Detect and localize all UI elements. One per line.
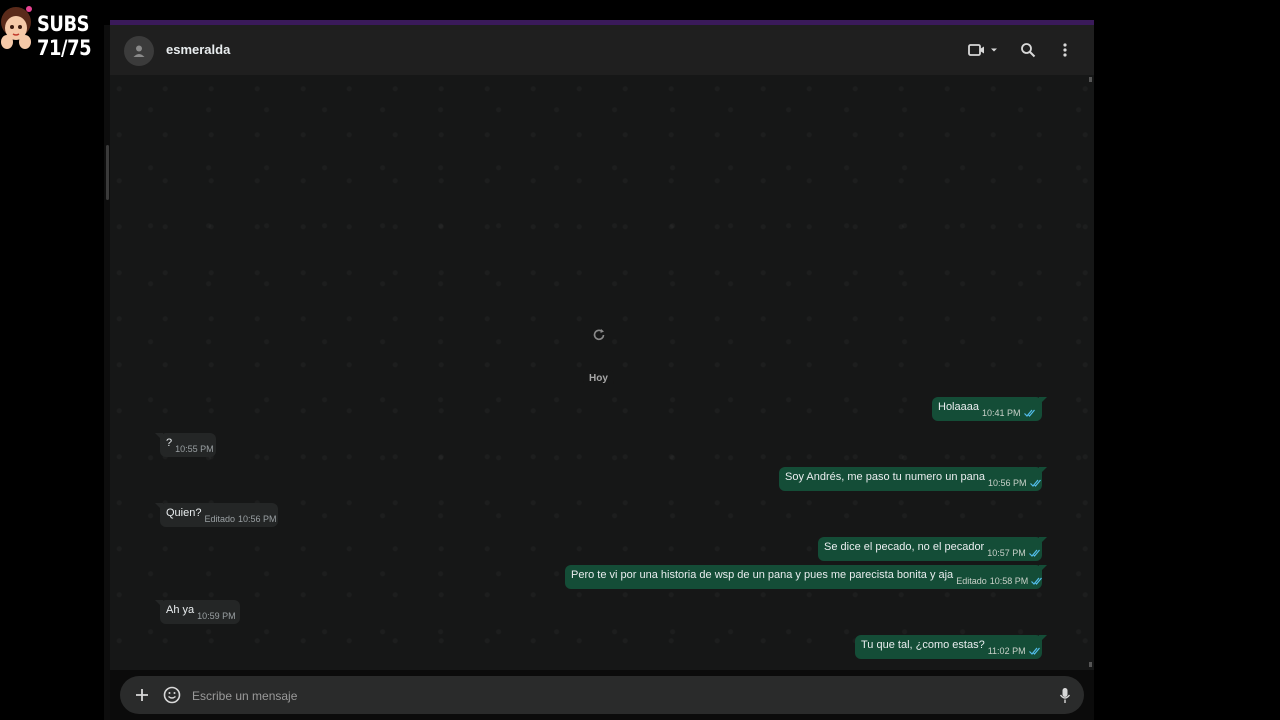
- message-incoming[interactable]: ? 10:55 PM: [155, 433, 216, 457]
- message-outgoing[interactable]: Pero te vi por una historia de wsp de un…: [565, 565, 1047, 589]
- chevron-down-icon: [991, 48, 997, 52]
- message-text: Holaaaa: [938, 401, 979, 413]
- menu-button[interactable]: [1054, 39, 1076, 61]
- stream-overlay: SUBS 71/75: [0, 0, 150, 60]
- message-time: 10:58 PM: [989, 576, 1029, 586]
- left-scrollbar-thumb[interactable]: [106, 145, 109, 200]
- message-outgoing[interactable]: Holaaaa 10:41 PM: [932, 397, 1047, 421]
- subs-counter: SUBS 71/75: [37, 12, 92, 60]
- message-list[interactable]: Hoy Holaaaa 10:41 PM ? 10:55 PM Soy Andr…: [110, 75, 1094, 670]
- anime-avatar-icon: [1, 6, 32, 49]
- mic-icon: [1059, 687, 1071, 703]
- double-check-icon: [1028, 647, 1040, 655]
- chat-header: esmeralda: [110, 25, 1094, 75]
- message-composer: [110, 670, 1094, 720]
- search-button[interactable]: [1017, 39, 1039, 61]
- message-text: Quien?: [166, 507, 202, 519]
- message-incoming[interactable]: Ah ya 10:59 PM: [155, 600, 240, 624]
- emoji-icon: [163, 686, 181, 704]
- emoji-button[interactable]: [160, 683, 184, 707]
- message-edited-label: Editado: [204, 514, 236, 524]
- double-check-icon: [1029, 479, 1041, 487]
- message-text: Soy Andrés, me paso tu numero un pana: [785, 471, 985, 483]
- contact-name[interactable]: esmeralda: [166, 42, 230, 57]
- message-time: 10:56 PM: [987, 478, 1027, 488]
- message-time: 10:56 PM: [238, 514, 277, 524]
- more-vert-icon: [1063, 43, 1067, 57]
- message-time: 10:57 PM: [987, 548, 1026, 558]
- message-text: Ah ya: [166, 604, 195, 616]
- message-incoming[interactable]: Quien? Editado 10:56 PM: [155, 503, 278, 527]
- double-check-icon: [1023, 409, 1035, 417]
- message-time: 10:41 PM: [981, 408, 1021, 418]
- plus-icon: [136, 689, 148, 701]
- attach-button[interactable]: [130, 683, 154, 707]
- message-text: Se dice el pecado, no el pecador: [824, 541, 985, 553]
- message-edited-label: Editado: [956, 576, 987, 586]
- video-call-icon: [968, 44, 984, 56]
- message-outgoing[interactable]: Soy Andrés, me paso tu numero un pana 10…: [779, 467, 1047, 491]
- video-call-button[interactable]: [965, 39, 1001, 61]
- double-check-icon: [1028, 549, 1040, 557]
- message-outgoing[interactable]: Tu que tal, ¿como estas? 11:02 PM: [855, 635, 1047, 659]
- chat-window: esmeralda Hoy Holaaaa 10:41 PM ? 10:55 P…: [110, 25, 1094, 720]
- message-text: Tu que tal, ¿como estas?: [861, 639, 985, 651]
- message-text: ?: [166, 437, 173, 449]
- message-time: 11:02 PM: [987, 646, 1026, 656]
- date-separator: Hoy: [583, 370, 614, 387]
- message-time: 10:59 PM: [197, 611, 236, 621]
- search-icon: [1021, 43, 1036, 58]
- message-outgoing[interactable]: Se dice el pecado, no el pecador 10:57 P…: [818, 537, 1047, 561]
- double-check-icon: [1031, 577, 1043, 585]
- message-text: Pero te vi por una historia de wsp de un…: [571, 569, 954, 581]
- chat-scrollbar[interactable]: [1089, 77, 1092, 667]
- message-time: 10:55 PM: [175, 444, 214, 454]
- load-older-button[interactable]: [589, 325, 609, 345]
- message-input[interactable]: [190, 684, 1054, 708]
- refresh-icon: [593, 329, 605, 341]
- voice-message-button[interactable]: [1053, 683, 1077, 707]
